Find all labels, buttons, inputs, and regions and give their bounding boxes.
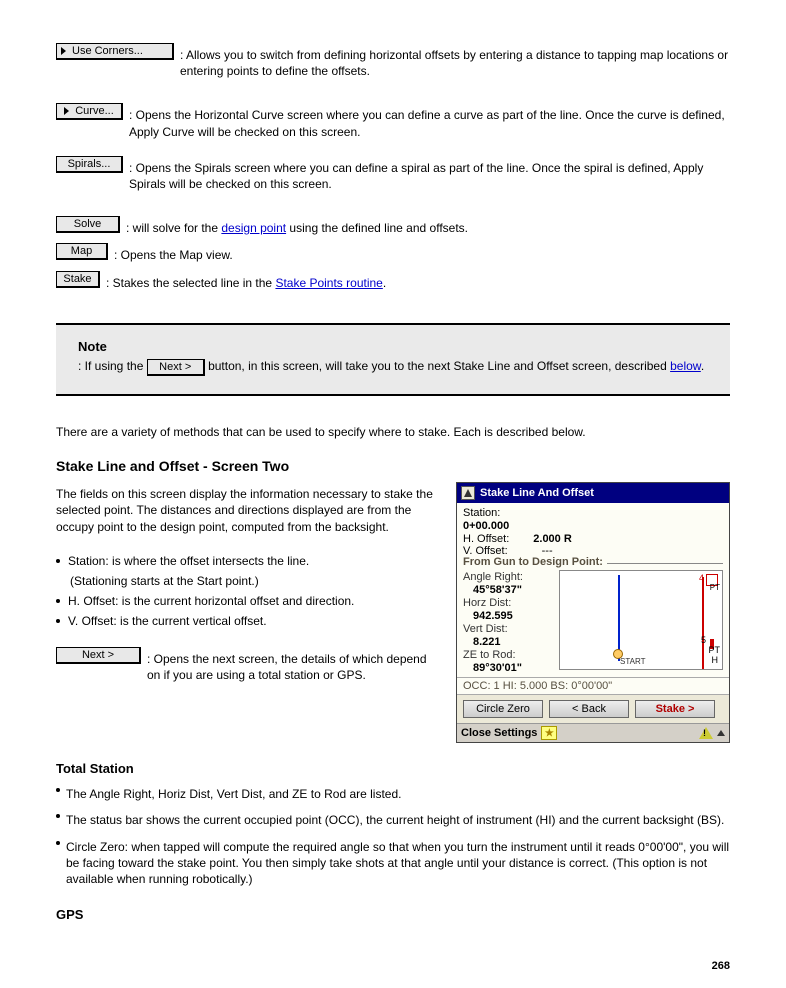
map-desc: : Opens the Map view. <box>114 247 730 263</box>
arrow-right-icon <box>61 47 66 55</box>
ts-line3: Circle Zero: when tapped will compute th… <box>66 839 730 888</box>
next-button[interactable]: Next > <box>56 647 141 664</box>
gps-heading: GPS <box>56 907 730 922</box>
note-title: Note <box>78 339 708 354</box>
next-desc: : Opens the next screen, the details of … <box>147 651 436 683</box>
station-sub: (Stationing starts at the Start point.) <box>70 573 436 589</box>
screenshot-panel: Stake Line And Offset Station: 0+00.000 … <box>456 482 730 743</box>
station-line: Station: is where the offset intersects … <box>56 553 436 569</box>
voffset-line: V. Offset: is the current vertical offse… <box>56 613 436 629</box>
app-icon <box>461 486 475 500</box>
stake-btn-label: Stake <box>63 273 91 285</box>
solve-label: Solve <box>74 218 102 230</box>
ts-line1: The Angle Right, Horiz Dist, Vert Dist, … <box>66 786 730 802</box>
shot-status-bar: OCC: 1 HI: 5.000 BS: 0°00'00" <box>457 677 729 695</box>
curve-button[interactable]: Curve... <box>56 103 123 120</box>
design-point-link[interactable]: design point <box>221 221 286 235</box>
spirals-button[interactable]: Spirals... <box>56 156 123 173</box>
use-corners-label: Use Corners... <box>72 45 143 57</box>
map-label: Map <box>71 245 92 257</box>
hoffset-line: H. Offset: is the current horizontal off… <box>56 593 436 609</box>
ze-rod-value: 89°30'01" <box>473 662 553 674</box>
spirals-desc: : Opens the Spirals screen where you can… <box>129 160 730 192</box>
star-icon[interactable]: ★ <box>541 726 557 740</box>
shot-hoff-value: 2.000 R <box>533 533 572 545</box>
horz-dist-value: 942.595 <box>473 610 553 622</box>
shot-readings: Angle Right: 45°58'37" Horz Dist: 942.59… <box>463 570 553 675</box>
stake-desc-wrap: : Stakes the selected line in the Stake … <box>106 275 730 291</box>
next-btn-label: Next > <box>82 649 114 661</box>
total-station-heading: Total Station <box>56 761 730 776</box>
methods-intro: There are a variety of methods that can … <box>56 424 730 440</box>
stake-button[interactable]: Stake > <box>635 700 715 718</box>
stake-button-doc[interactable]: Stake <box>56 271 100 288</box>
ts-line2: The status bar shows the current occupie… <box>66 812 730 828</box>
shot-station-label: Station: <box>463 507 723 519</box>
screenshot-titlebar: Stake Line And Offset <box>457 483 729 503</box>
use-corners-button[interactable]: Use Corners... <box>56 43 174 60</box>
screen-body: The fields on this screen display the in… <box>56 486 436 535</box>
vert-dist-value: 8.221 <box>473 636 553 648</box>
section-heading: Stake Line and Offset - Screen Two <box>56 458 730 474</box>
fieldset-legend: From Gun to Design Point: <box>463 556 607 568</box>
screenshot-title: Stake Line And Offset <box>480 487 594 499</box>
curve-label: Curve... <box>75 105 114 117</box>
arrow-right-icon <box>64 107 69 115</box>
page-number: 268 <box>712 960 730 972</box>
warning-icon <box>699 727 713 739</box>
solve-button[interactable]: Solve <box>56 216 120 233</box>
next-button-note[interactable]: Next > <box>147 359 205 376</box>
stake-points-link[interactable]: Stake Points routine <box>275 276 382 290</box>
note-body: : If using the Next > button, in this sc… <box>78 358 708 376</box>
shot-map: 4 PT 5 PT H START <box>559 570 723 670</box>
shot-hoff-label: H. Offset: <box>463 533 509 545</box>
shot-station-value: 0+00.000 <box>463 520 723 532</box>
use-corners-desc: : Allows you to switch from defining hor… <box>180 47 730 79</box>
curve-desc: : Opens the Horizontal Curve screen wher… <box>129 107 730 139</box>
close-settings-label[interactable]: Close Settings <box>461 727 537 739</box>
chevron-up-icon[interactable] <box>717 730 725 736</box>
below-link[interactable]: below <box>670 359 701 373</box>
map-button[interactable]: Map <box>56 243 108 260</box>
angle-right-value: 45°58'37" <box>473 584 553 596</box>
spirals-label: Spirals... <box>68 158 111 170</box>
solve-desc-wrap: : will solve for the design point using … <box>126 220 730 236</box>
fieldset-divider: From Gun to Design Point: <box>463 563 723 566</box>
back-button[interactable]: < Back <box>549 700 629 718</box>
circle-zero-button[interactable]: Circle Zero <box>463 700 543 718</box>
note-box: Note : If using the Next > button, in th… <box>56 323 730 396</box>
